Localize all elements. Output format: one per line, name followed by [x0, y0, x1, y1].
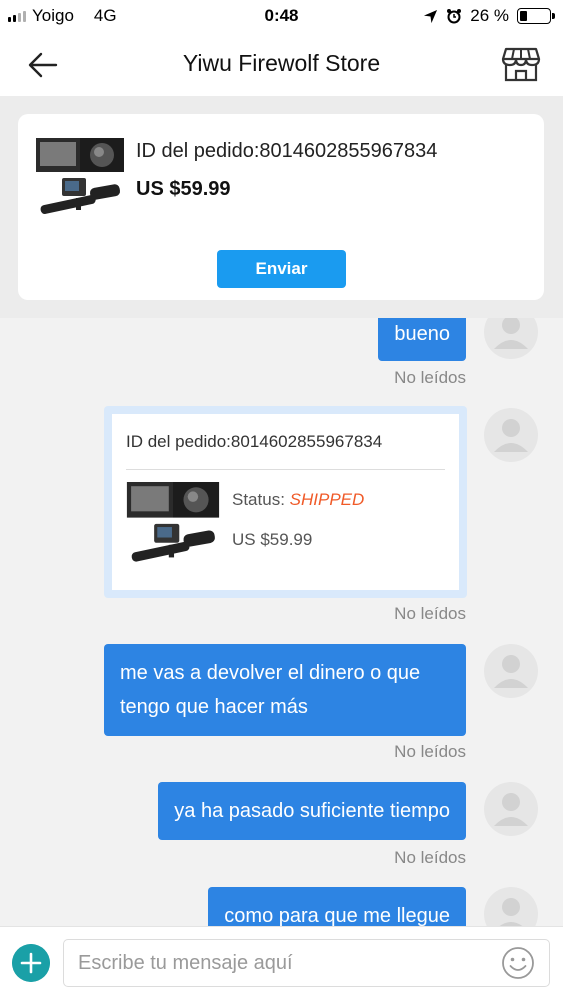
- user-silhouette-icon: [494, 655, 528, 688]
- order-message-card[interactable]: ID del pedido:8014602855967834 Status: S…: [104, 406, 467, 598]
- user-avatar[interactable]: [484, 887, 538, 926]
- product-thumbnail: [36, 138, 124, 214]
- chat-header: Yiwu Firewolf Store: [0, 32, 563, 96]
- user-silhouette-icon: [494, 793, 528, 826]
- order-id: ID del pedido:8014602855967834: [136, 140, 438, 162]
- user-silhouette-icon: [494, 318, 528, 349]
- user-avatar[interactable]: [484, 782, 538, 836]
- read-status: No leídos: [394, 848, 466, 867]
- read-status: No leídos: [394, 604, 466, 623]
- read-status: No leídos: [394, 368, 466, 387]
- read-status: No leídos: [394, 742, 466, 761]
- user-silhouette-icon: [499, 898, 523, 926]
- divider: [126, 469, 445, 470]
- message-input-bar: [0, 926, 563, 1000]
- card-order-id: ID del pedido:8014602855967834: [126, 432, 383, 451]
- battery-percent: 26 %: [470, 6, 509, 25]
- user-avatar[interactable]: [484, 644, 538, 698]
- location-icon: [424, 9, 438, 23]
- alarm-icon: [447, 9, 462, 24]
- battery-icon: [517, 8, 555, 24]
- user-silhouette-icon: [494, 419, 528, 452]
- user-avatar[interactable]: [484, 318, 538, 359]
- user-avatar[interactable]: [484, 408, 538, 462]
- status-label: Status:: [232, 490, 285, 509]
- message-input[interactable]: [63, 939, 550, 987]
- shipping-status: Status: SHIPPED: [232, 490, 364, 510]
- storefront-icon[interactable]: [501, 45, 541, 83]
- add-attachment-plus-icon[interactable]: [12, 944, 50, 982]
- status-bar: Yoigo 4G 0:48 26 %: [0, 0, 563, 32]
- emoji-icon[interactable]: [501, 946, 535, 980]
- send-order-button[interactable]: Enviar: [217, 250, 346, 288]
- message-bubble[interactable]: ya ha pasado suficiente tiempo: [158, 782, 466, 840]
- message-bubble[interactable]: me vas a devolver el dinero o que tengo …: [104, 644, 466, 736]
- card-price: US $59.99: [232, 530, 313, 549]
- order-card: ID del pedido:8014602855967834 US $59.99…: [18, 114, 544, 300]
- message-bubble[interactable]: como para que me llegue: [208, 887, 466, 926]
- store-title: Yiwu Firewolf Store: [182, 50, 381, 76]
- product-thumbnail: [126, 482, 220, 562]
- order-card-area: ID del pedido:8014602855967834 US $59.99…: [0, 96, 563, 318]
- message-bubble[interactable]: bueno: [378, 318, 466, 361]
- status-value: SHIPPED: [289, 490, 365, 509]
- chat-messages[interactable]: bueno No leídos ID del pedido:8014602855…: [0, 318, 563, 926]
- order-price: US $59.99: [136, 178, 231, 200]
